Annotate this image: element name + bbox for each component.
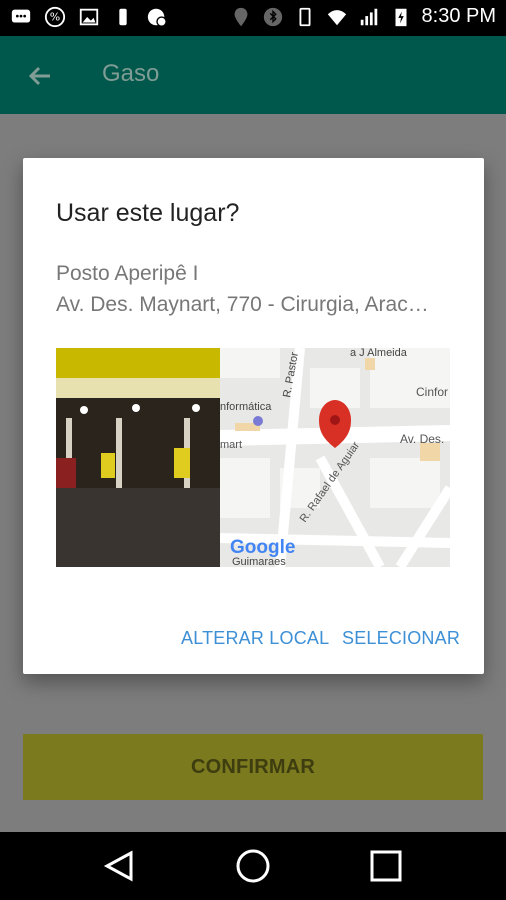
place-name: Posto Aperipê I (56, 262, 199, 285)
map-label-mart: mart (220, 439, 242, 451)
place-map: a J Almeida R. Pastor nformática Cinfor … (220, 348, 450, 567)
map-label-informatica: nformática (220, 401, 272, 413)
select-button[interactable]: SELECIONAR (342, 628, 460, 649)
use-place-dialog: Usar este lugar? Posto Aperipê I Av. Des… (23, 158, 484, 674)
back-arrow-icon[interactable] (24, 60, 56, 92)
status-bar: % 8:30 PM (0, 0, 506, 36)
square-recents-icon[interactable] (368, 848, 404, 884)
wifi-icon (327, 9, 346, 25)
triangle-back-icon[interactable] (101, 848, 137, 884)
signal-icon (360, 8, 377, 25)
google-logo: Google (230, 537, 295, 558)
navigation-bar (0, 832, 506, 900)
map-label-cinfor: Cinfor (416, 385, 448, 399)
notification-icons: % (10, 6, 168, 28)
place-photo (56, 348, 220, 567)
location-icon (234, 7, 247, 26)
alert-icon (147, 8, 167, 27)
page-title: Gaso (102, 60, 160, 87)
place-preview: a J Almeida R. Pastor nformática Cinfor … (56, 348, 450, 567)
clock: 8:30 PM (421, 5, 496, 27)
place-address: Av. Des. Maynart, 770 - Cirurgia, Arac… (56, 293, 429, 316)
bluetooth-icon (263, 7, 282, 26)
vibrate-icon (299, 7, 311, 26)
circle-home-icon[interactable] (235, 848, 271, 884)
confirm-button[interactable]: CONFIRMAR (23, 734, 483, 800)
map-label-guimaraes: Guimaraes (232, 556, 286, 567)
battery-charging-icon (395, 8, 407, 26)
map-label-almeida: a J Almeida (350, 348, 408, 359)
chat-icon (11, 9, 31, 23)
app-bar: Gaso (0, 36, 506, 114)
system-icons: 8:30 PM (230, 5, 496, 28)
svg-text:%: % (50, 11, 60, 24)
usb-icon (119, 8, 127, 26)
map-label-avdes: Av. Des. (400, 432, 444, 446)
change-location-button[interactable]: ALTERAR LOCAL (181, 628, 329, 649)
image-icon (79, 8, 99, 26)
dialog-title: Usar este lugar? (56, 199, 240, 227)
percent-icon: % (44, 6, 66, 28)
